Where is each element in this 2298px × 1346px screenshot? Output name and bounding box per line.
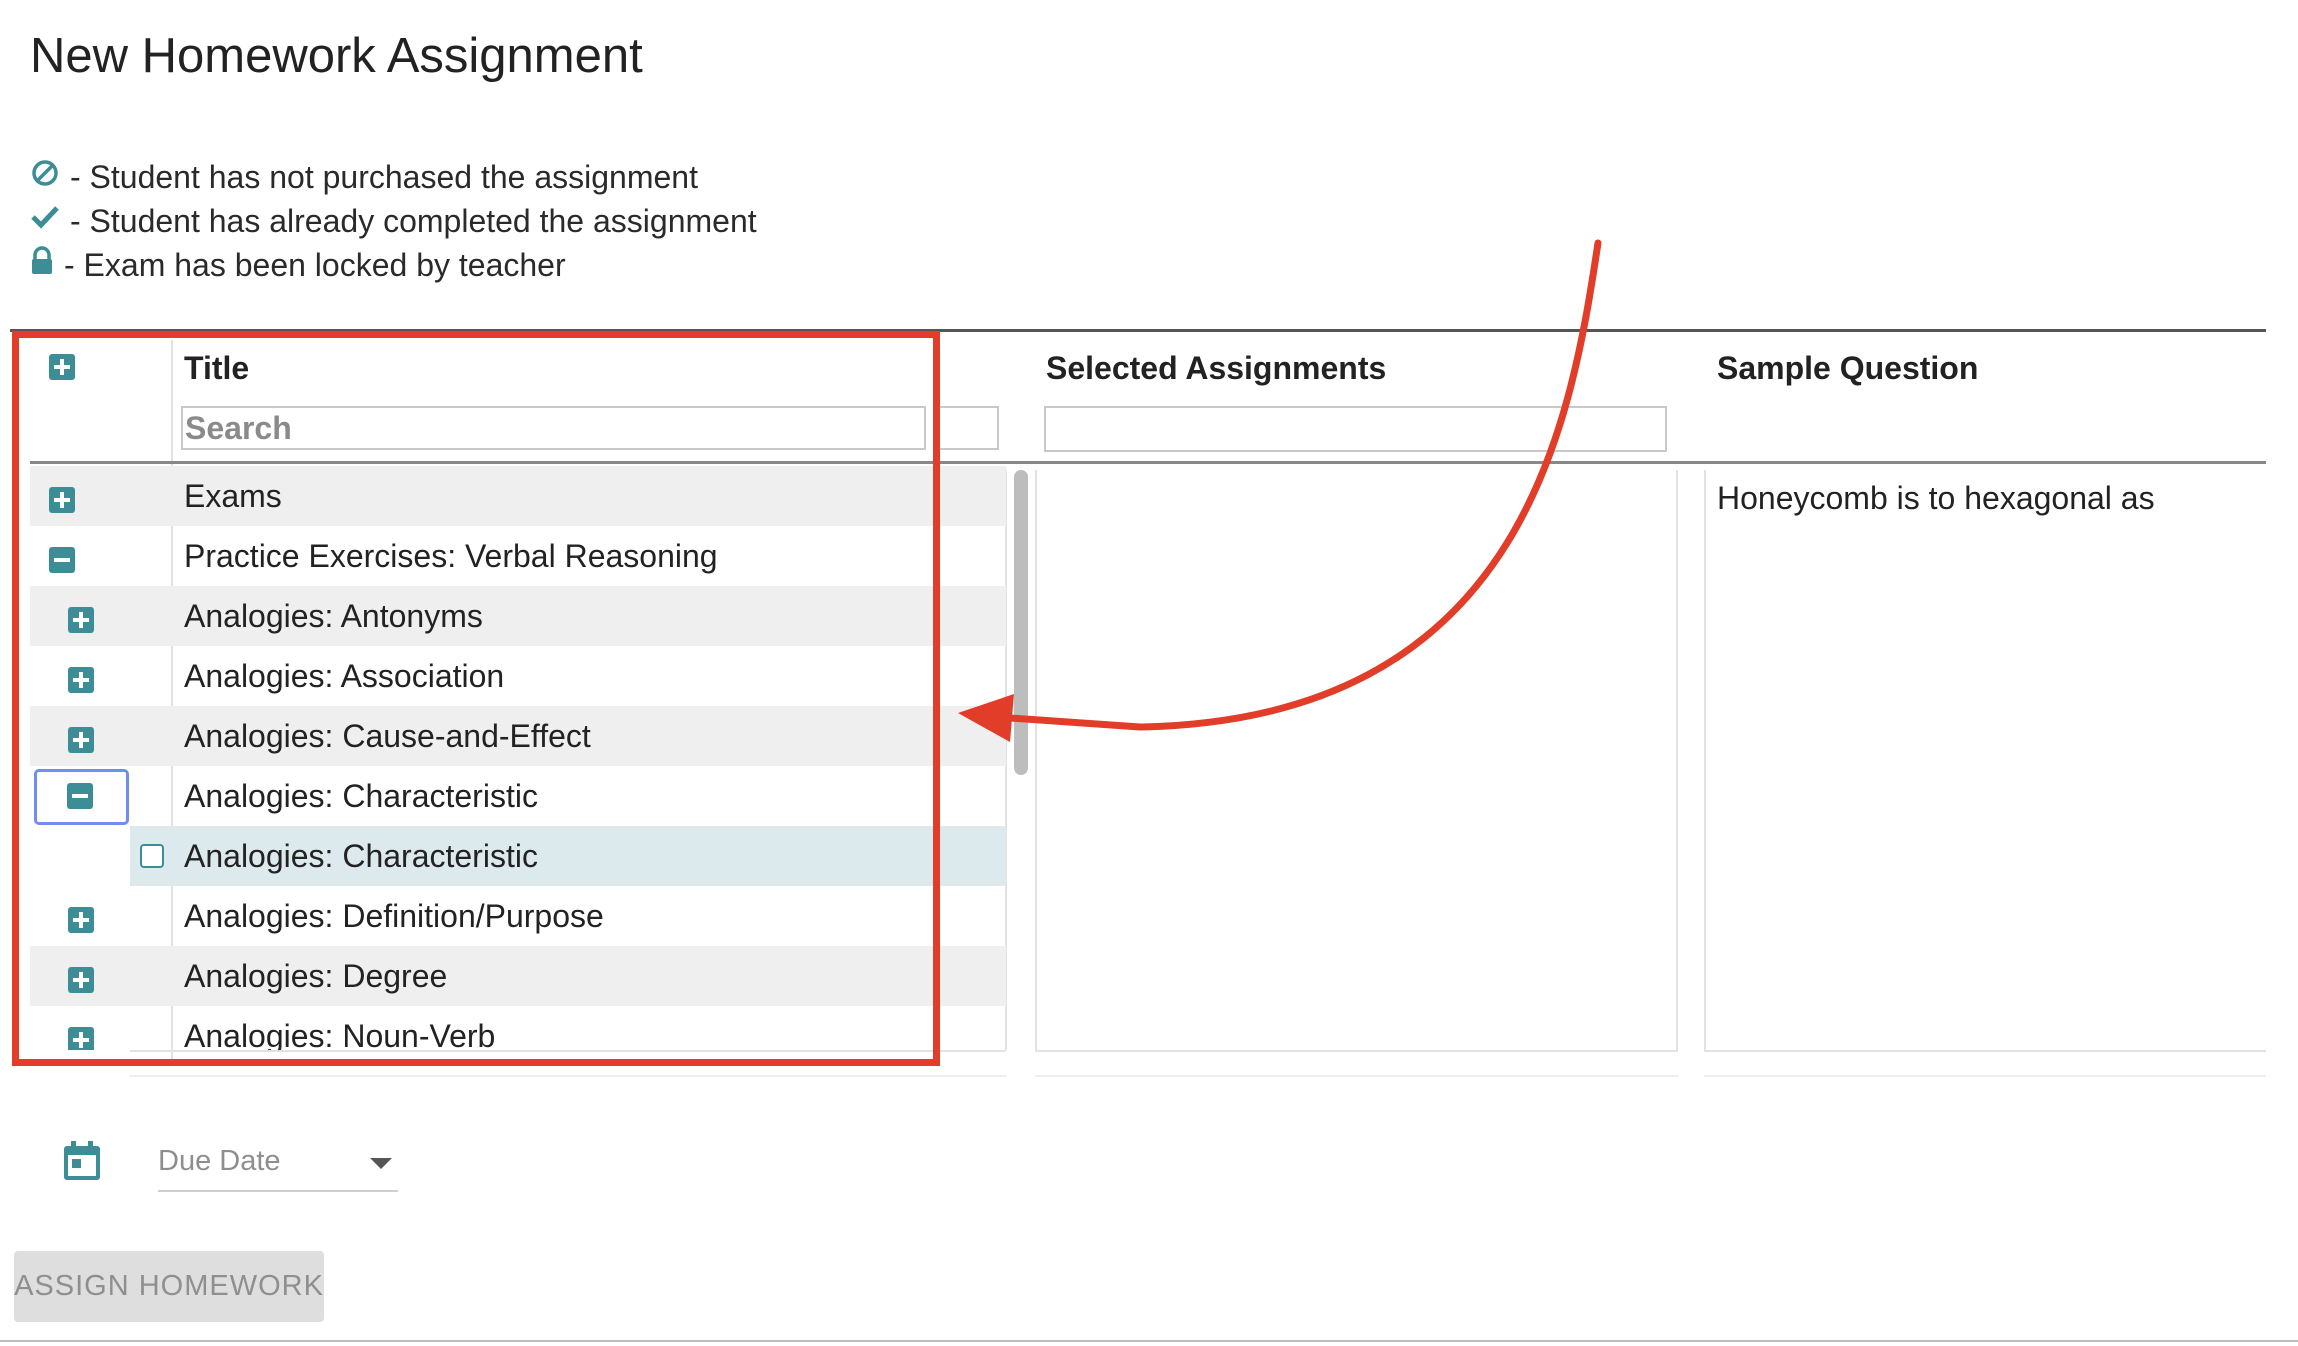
annotation-arrow xyxy=(958,239,1602,742)
